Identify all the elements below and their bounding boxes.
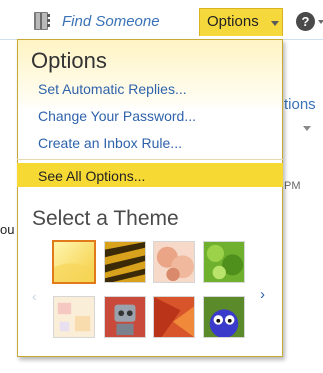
theme-thumbnail-peach-flower[interactable] <box>153 241 195 283</box>
background-chevron-down-icon[interactable] <box>303 126 311 131</box>
create-inbox-rule-link[interactable]: Create an Inbox Rule... <box>38 135 182 151</box>
see-all-options-link[interactable]: See All Options... <box>38 168 145 184</box>
theme-thumbnail-tiger-stripes[interactable] <box>104 241 146 283</box>
theme-thumbnail-blue-creature[interactable] <box>203 296 245 338</box>
background-options-link[interactable]: tions <box>284 96 316 113</box>
background-text-fragment: ou <box>0 222 15 237</box>
theme-thumbnail-pastel-tiles[interactable] <box>53 296 95 338</box>
theme-thumbnail-robot[interactable] <box>104 296 146 338</box>
options-menu-label: Options <box>207 13 259 30</box>
change-password-link[interactable]: Change Your Password... <box>38 108 196 124</box>
background-time-text: PM <box>284 180 301 192</box>
previous-themes-arrow-icon[interactable]: ‹ <box>32 288 37 304</box>
help-chevron-down-icon[interactable] <box>318 20 323 24</box>
dropdown-title: Options <box>31 48 107 73</box>
theme-thumbnail-green-leaves[interactable] <box>203 241 245 283</box>
options-menu-button[interactable]: Options <box>199 8 283 36</box>
find-someone-link[interactable]: Find Someone <box>62 13 160 30</box>
chevron-down-icon <box>271 21 279 26</box>
help-icon[interactable]: ? <box>296 12 315 31</box>
theme-thumbnail-sunny-yellow[interactable] <box>52 240 96 284</box>
menu-divider <box>17 159 283 160</box>
theme-thumbnail-red-autumn[interactable] <box>153 296 195 338</box>
next-themes-arrow-icon[interactable]: › <box>260 286 265 303</box>
address-book-icon[interactable] <box>31 10 53 32</box>
select-theme-heading: Select a Theme <box>32 207 179 230</box>
set-automatic-replies-link[interactable]: Set Automatic Replies... <box>38 81 187 97</box>
